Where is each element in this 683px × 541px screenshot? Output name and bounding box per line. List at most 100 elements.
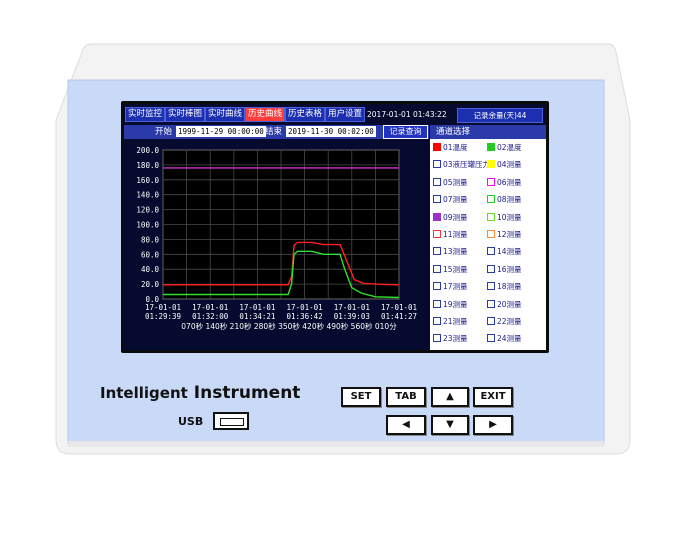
y-tick-label: 120.0: [136, 206, 159, 215]
brand-text: Intelligent Instrument: [100, 383, 300, 403]
usb-port-icon[interactable]: [213, 412, 249, 430]
x-tick-time: 01:34:21: [239, 312, 275, 321]
channel-label: 09测量: [443, 212, 468, 222]
channel-checkbox[interactable]: [433, 143, 441, 151]
x-tick-time: 01:41:27: [381, 312, 417, 321]
instrument-device: 实时监控 实时棒图 实时曲线 历史曲线 历史表格 用户设置 2017-01-01…: [0, 0, 683, 541]
channel-checkbox[interactable]: [433, 160, 441, 169]
tab-user-settings[interactable]: 用户设置: [325, 107, 365, 122]
start-time-field[interactable]: 1999-11-29 00:00:00: [176, 126, 266, 137]
x-tick-time: 01:39:03: [334, 312, 370, 321]
y-tick-label: 80.0: [141, 235, 160, 244]
y-tick-label: 60.0: [141, 250, 160, 259]
channel-label: 04测量: [497, 160, 522, 170]
channel-checkbox[interactable]: [487, 247, 495, 256]
record-query-button[interactable]: 记录查询: [383, 125, 428, 139]
channel-label: 23测量: [443, 334, 468, 344]
channel-checkbox[interactable]: [433, 230, 441, 238]
channel-label: 21测量: [443, 317, 468, 326]
channel-checkbox[interactable]: [433, 212, 441, 221]
x-duration-labels: 070秒 140秒 210秒 280秒 350秒 420秒 490秒 560秒 …: [181, 321, 397, 331]
channel-checkbox[interactable]: [487, 230, 495, 238]
x-tick-time: 01:36:42: [287, 312, 323, 321]
x-tick-date: 17-01-01: [239, 303, 275, 312]
channel-checkbox[interactable]: [487, 334, 495, 343]
channel-label: 07测量: [443, 195, 468, 205]
channel-panel-title: 通道选择: [430, 125, 546, 139]
tab-history-curve[interactable]: 历史曲线: [245, 107, 285, 122]
x-tick-time: 01:29:39: [145, 312, 181, 321]
y-tick-label: 160.0: [136, 176, 159, 185]
y-tick-label: 40.0: [141, 265, 160, 274]
channel-label: 19测量: [443, 299, 468, 309]
y-tick-label: 140.0: [136, 191, 159, 200]
record-remaining: 记录余量(天)44: [457, 108, 543, 123]
x-tick-date: 17-01-01: [381, 303, 417, 312]
up-button[interactable]: ▲: [431, 387, 469, 407]
x-tick-date: 17-01-01: [145, 303, 181, 312]
channel-checkbox[interactable]: [487, 299, 495, 308]
end-time-field[interactable]: 2019-11-30 00:02:00: [286, 126, 376, 137]
exit-button[interactable]: EXIT: [473, 387, 513, 407]
channel-checkbox[interactable]: [433, 247, 441, 256]
channel-checkbox[interactable]: [487, 195, 495, 204]
down-button[interactable]: ▼: [431, 415, 469, 435]
channel-checkbox[interactable]: [433, 264, 441, 273]
brand-line1: Intelligent: [100, 384, 188, 402]
set-button[interactable]: SET: [341, 387, 381, 407]
tab-realtime-curve[interactable]: 实时曲线: [205, 107, 245, 122]
tab-realtime-bar[interactable]: 实时棒图: [165, 107, 205, 122]
clock-display: 2017-01-01 01:43:22: [367, 110, 447, 119]
channel-label: 20测量: [497, 299, 522, 309]
channel-label: 10测量: [497, 212, 522, 222]
usb-port-slot: [220, 418, 244, 426]
channel-label: 14测量: [497, 247, 522, 257]
channel-checkbox[interactable]: [433, 195, 441, 204]
usb-label: USB: [178, 415, 204, 428]
tab-history-table[interactable]: 历史表格: [285, 107, 325, 122]
lcd-screen: 实时监控 实时棒图 实时曲线 历史曲线 历史表格 用户设置 2017-01-01…: [124, 104, 546, 350]
channel-label: 15测量: [443, 264, 468, 274]
channel-label: 05测量: [443, 177, 468, 187]
y-tick-label: 20.0: [141, 280, 160, 289]
channel-checkbox[interactable]: [487, 282, 495, 291]
channel-checkbox[interactable]: [487, 212, 495, 221]
x-tick-date: 17-01-01: [192, 303, 228, 312]
channel-label: 03液压罐压力: [443, 160, 491, 170]
right-button[interactable]: ▶: [473, 415, 513, 435]
x-tick-date: 17-01-01: [287, 303, 323, 312]
tab-realtime-monitor[interactable]: 实时监控: [125, 107, 165, 122]
channel-label: 17测量: [443, 282, 468, 292]
channel-checkbox[interactable]: [433, 299, 441, 308]
channel-checkbox[interactable]: [487, 317, 495, 325]
channel-label: 11测量: [443, 230, 468, 239]
channel-checkbox[interactable]: [487, 143, 495, 151]
history-curve-chart: 200.0 180.0 160.0 140.0 120.0 100.0 80.0 60.0 40…: [136, 146, 417, 331]
channel-checkbox[interactable]: [487, 160, 495, 169]
channel-checkbox[interactable]: [433, 177, 441, 186]
channel-checkbox[interactable]: [433, 317, 441, 325]
channel-label: 16测量: [497, 264, 522, 274]
channel-checkbox[interactable]: [433, 282, 441, 291]
channel-label: 02温度: [497, 143, 522, 152]
channel-label: 01温度: [443, 143, 468, 152]
x-tick-date: 17-01-01: [334, 303, 370, 312]
left-button[interactable]: ◀: [386, 415, 426, 435]
start-label: 开始: [155, 127, 173, 137]
brand-line2: Instrument: [193, 383, 301, 403]
channel-label: 08测量: [497, 195, 522, 205]
channel-label: 18测量: [497, 282, 522, 292]
channel-label: 24测量: [497, 334, 522, 344]
x-tick-time: 01:32:00: [192, 312, 229, 321]
y-tick-label: 100.0: [136, 221, 159, 230]
tab-bar: 实时监控 实时棒图 实时曲线 历史曲线 历史表格 用户设置 2017-01-01…: [124, 107, 546, 123]
channel-checkbox[interactable]: [487, 264, 495, 273]
channel-label: 06测量: [497, 177, 522, 187]
channel-checkbox[interactable]: [487, 177, 495, 186]
channel-label: 13测量: [443, 247, 468, 257]
time-range-bar: 开始 1999-11-29 00:00:00 结束 2019-11-30 00:…: [124, 125, 429, 139]
channel-checkbox[interactable]: [433, 334, 441, 343]
y-tick-label: 180.0: [136, 161, 159, 170]
channel-select-panel: 通道选择 01温度 02温度 03液压罐压力 04测量 05测量 06测量 07测量 08测量…: [430, 125, 546, 350]
tab-button[interactable]: TAB: [386, 387, 426, 407]
